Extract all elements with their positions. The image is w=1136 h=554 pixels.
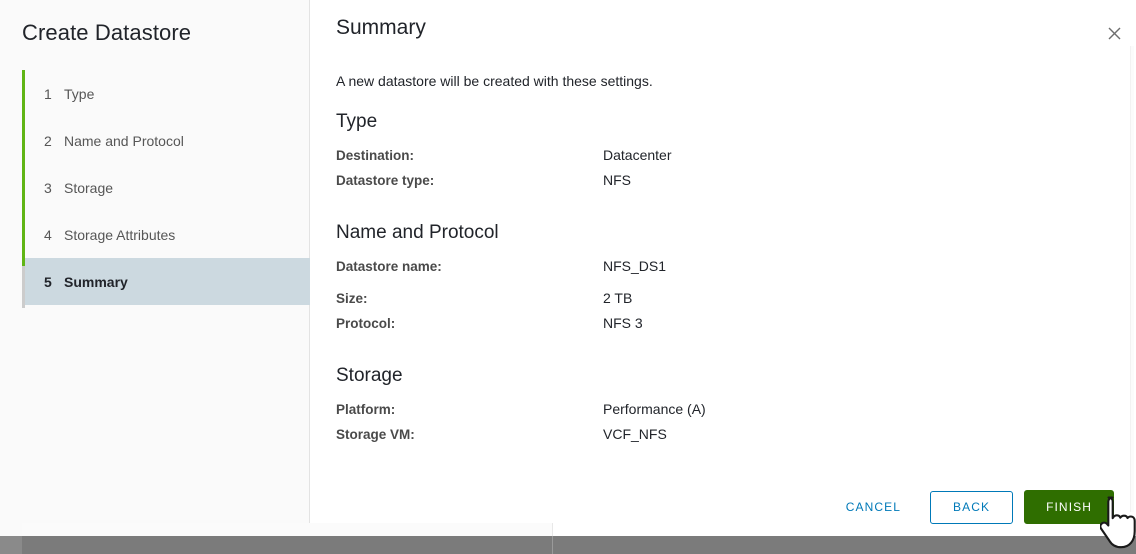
background-bar-divider-2: [554, 536, 1136, 554]
summary-row-destination: Destination: Datacenter: [336, 147, 1112, 172]
summary-section-storage: Storage Platform: Performance (A) Storag…: [336, 340, 1112, 451]
step-number: 4: [44, 226, 52, 243]
wizard-step-storage-attributes[interactable]: 4 Storage Attributes: [0, 211, 310, 258]
wizard-step-summary[interactable]: 5 Summary: [25, 258, 310, 305]
step-number: 1: [44, 85, 52, 102]
background-app-bottom-bar: [0, 536, 1136, 554]
panel-intro-text: A new datastore will be created with the…: [336, 73, 653, 89]
wizard-step-type[interactable]: 1 Type: [0, 70, 310, 117]
wizard-step-list: 1 Type 2 Name and Protocol 3 Storage 4 S…: [0, 70, 310, 308]
summary-row-protocol: Protocol: NFS 3: [336, 315, 1112, 340]
step-label: Storage Attributes: [64, 226, 176, 243]
content-scrollbar[interactable]: [1130, 46, 1134, 512]
row-value: NFS_DS1: [603, 258, 667, 274]
row-value: NFS: [603, 172, 631, 188]
wizard-step-name-and-protocol[interactable]: 2 Name and Protocol: [0, 117, 310, 164]
section-heading: Name and Protocol: [336, 222, 499, 243]
row-label: Size:: [336, 291, 368, 306]
summary-row-storage-vm: Storage VM: VCF_NFS: [336, 426, 1112, 451]
wizard-title: Create Datastore: [22, 20, 192, 45]
create-datastore-modal: Create Datastore 1 Type 2 Name and Proto…: [0, 0, 1136, 536]
step-label: Summary: [64, 273, 128, 290]
step-number: 2: [44, 132, 52, 149]
summary-section-name-and-protocol: Name and Protocol Datastore name: NFS_DS…: [336, 197, 1112, 340]
row-value: Performance (A): [603, 401, 706, 417]
row-value: Datacenter: [603, 147, 672, 163]
summary-row-datastore-type: Datastore type: NFS: [336, 172, 1112, 197]
screen: Create Datastore 1 Type 2 Name and Proto…: [0, 0, 1136, 554]
row-label: Storage VM:: [336, 427, 415, 442]
background-bar-left-segment: [0, 536, 22, 554]
back-button[interactable]: BACK: [929, 490, 1014, 524]
row-label: Datastore name:: [336, 259, 442, 274]
row-label: Datastore type:: [336, 173, 435, 188]
row-value: 2 TB: [603, 290, 633, 306]
summary-row-datastore-name: Datastore name: NFS_DS1: [336, 258, 1112, 283]
page-title: Summary: [336, 16, 426, 39]
step-label: Storage: [64, 179, 114, 196]
row-label: Protocol:: [336, 316, 396, 331]
row-label: Destination:: [336, 148, 415, 163]
step-label: Name and Protocol: [64, 132, 184, 149]
step-number: 3: [44, 179, 52, 196]
row-value: NFS 3: [603, 315, 643, 331]
summary-row-size: Size: 2 TB: [336, 290, 1112, 315]
cancel-button[interactable]: CANCEL: [829, 491, 918, 524]
background-app-content: [22, 523, 553, 536]
summary-row-platform: Platform: Performance (A): [336, 401, 1112, 426]
wizard-content-panel: Summary A new datastore will be created …: [310, 0, 1136, 536]
wizard-step-storage[interactable]: 3 Storage: [0, 164, 310, 211]
row-value: VCF_NFS: [603, 426, 667, 442]
section-heading: Type: [336, 111, 378, 132]
section-heading: Storage: [336, 365, 403, 386]
step-label: Type: [64, 85, 95, 102]
background-bar-divider-1: [22, 536, 553, 554]
finish-button[interactable]: FINISH: [1024, 490, 1114, 524]
close-icon[interactable]: [1101, 20, 1127, 46]
row-label: Platform:: [336, 402, 396, 417]
step-number: 5: [44, 273, 52, 290]
summary-section-type: Type Destination: Datacenter Datastore t…: [336, 105, 1112, 197]
wizard-sidebar: Create Datastore 1 Type 2 Name and Proto…: [0, 0, 310, 536]
summary-sections: Type Destination: Datacenter Datastore t…: [336, 105, 1112, 451]
